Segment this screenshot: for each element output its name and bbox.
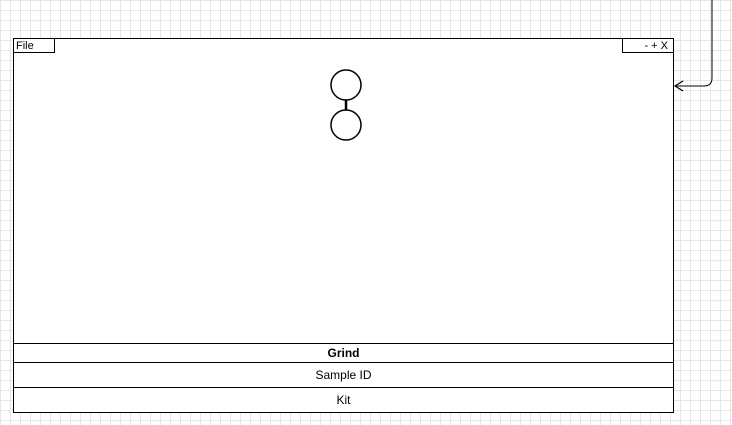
pause-chain-icon	[330, 69, 362, 141]
app-window-mockup: File - + X Grind Sample ID Kit	[13, 38, 674, 413]
kit-row[interactable]: Kit	[14, 387, 673, 412]
bottom-rows: Grind Sample ID Kit	[14, 343, 673, 412]
file-menu[interactable]: File	[14, 39, 55, 53]
window-controls[interactable]: - + X	[622, 39, 673, 53]
sample-id-row[interactable]: Sample ID	[14, 362, 673, 387]
grind-row[interactable]: Grind	[14, 343, 673, 362]
diagram-canvas: File - + X Grind Sample ID Kit	[0, 0, 732, 425]
